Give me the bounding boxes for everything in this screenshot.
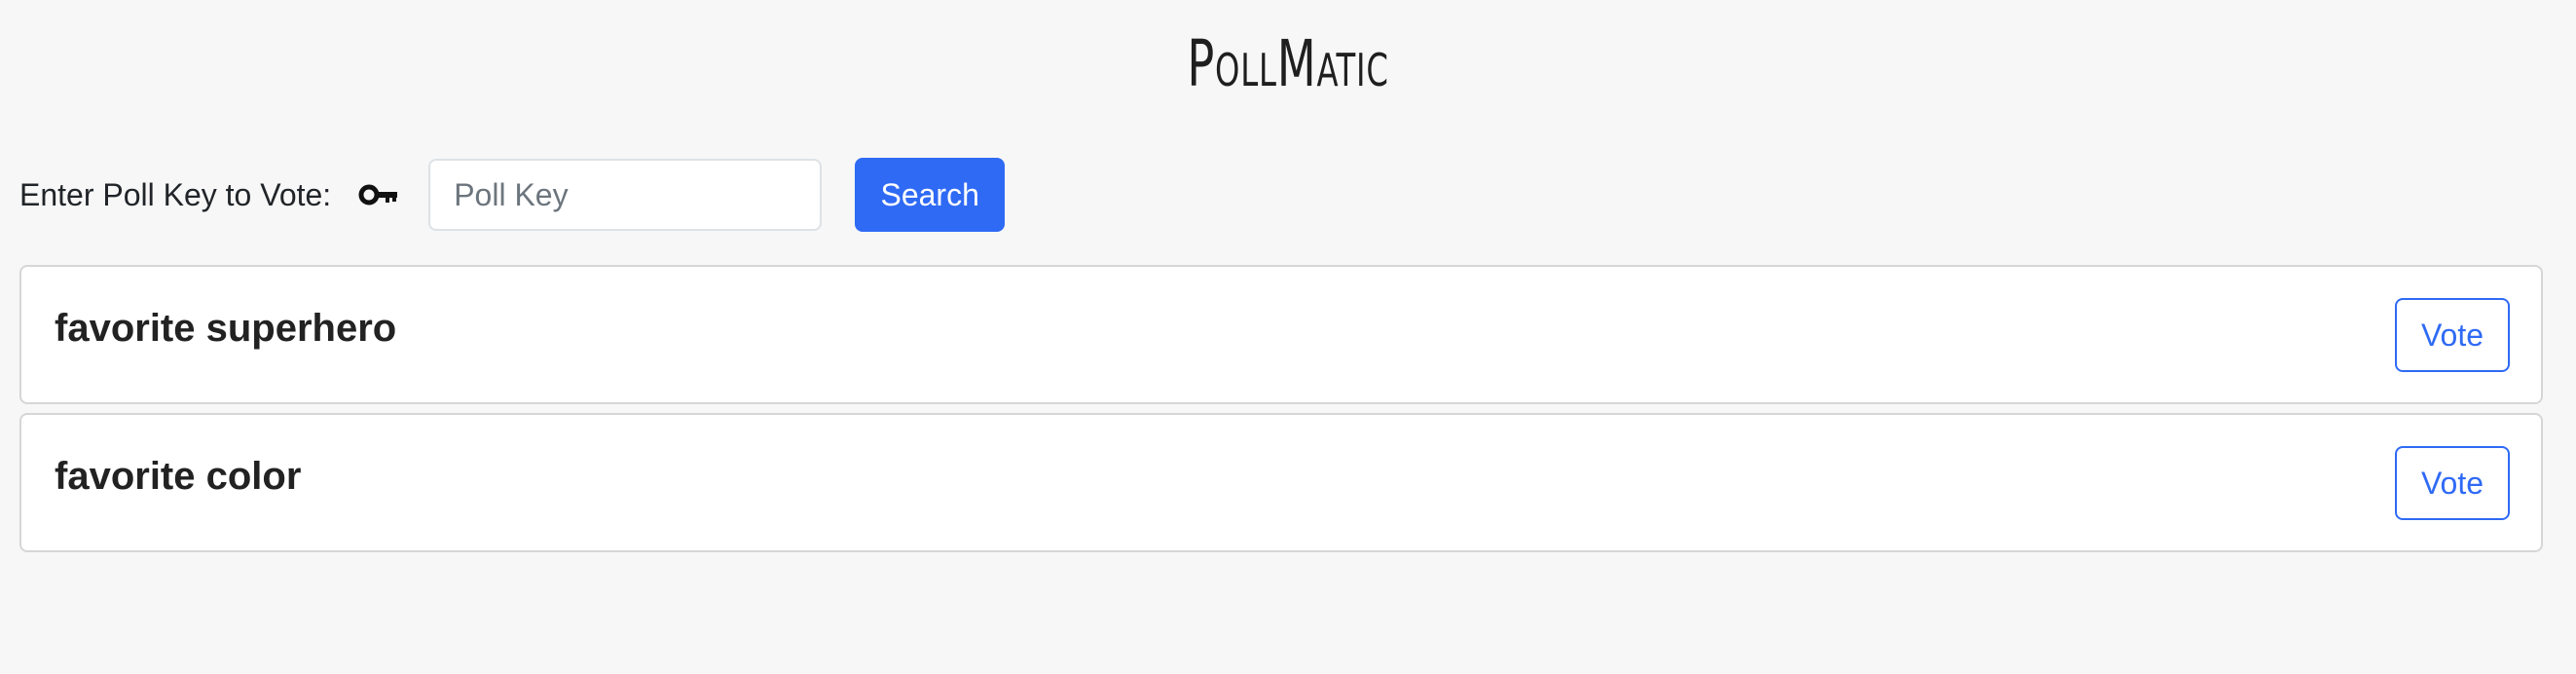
poll-title: favorite color [55, 455, 302, 498]
poll-key-label: Enter Poll Key to Vote: [19, 176, 332, 212]
app-title: PollMatic [1187, 26, 1389, 101]
vote-button[interactable]: Vote [2395, 298, 2510, 372]
key-icon [358, 181, 399, 208]
poll-title: favorite superhero [55, 307, 397, 350]
poll-card: favorite color Vote [19, 413, 2543, 552]
poll-card: favorite superhero Vote [19, 265, 2543, 404]
vote-button[interactable]: Vote [2395, 446, 2510, 520]
poll-key-input[interactable] [428, 159, 823, 231]
poll-list: favorite superhero Vote favorite color V… [19, 265, 2543, 561]
app-root: PollMatic Enter Poll Key to Vote: Search… [0, 0, 2576, 674]
poll-key-search-bar: Enter Poll Key to Vote: Search [19, 158, 1006, 232]
search-button[interactable]: Search [855, 158, 1006, 232]
